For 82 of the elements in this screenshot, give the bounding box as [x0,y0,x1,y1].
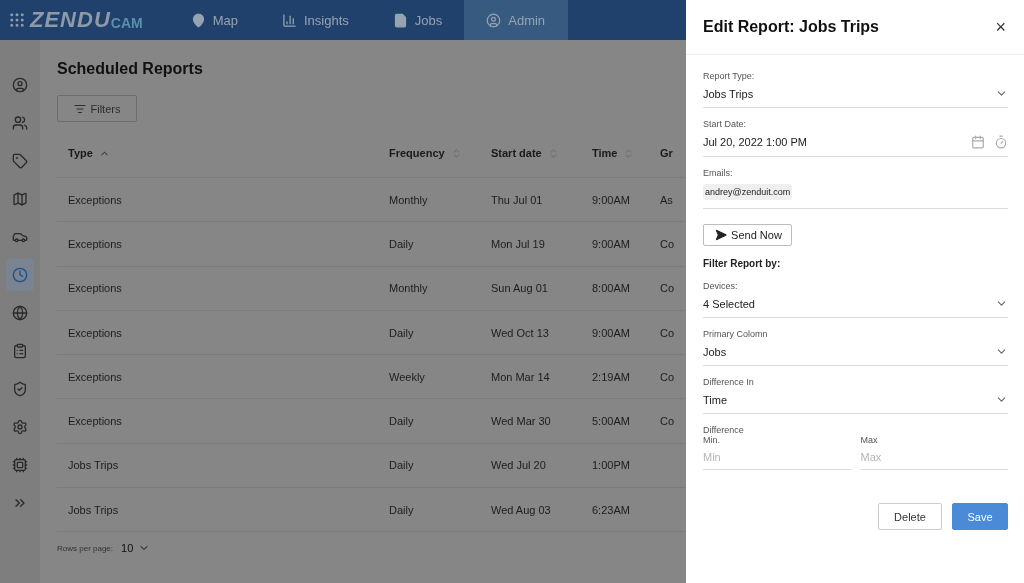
calendar-icon[interactable] [971,135,985,149]
table-cell-text: Mon Mar 14 [491,370,551,383]
table-cell-text: 5:00AM [592,415,631,428]
logo-text: ZENDU [30,7,111,33]
delete-button[interactable]: Delete [878,503,942,530]
date-field[interactable]: Jul 20, 2022 1:00 PM [703,136,807,148]
field-label: Report Type: [703,71,756,81]
select-field[interactable]: Jobs Trips [703,87,1008,107]
send-now-button[interactable]: Send Now [703,224,792,246]
table-cell-text: Exceptions [67,237,123,250]
field-label: Start Date: [703,119,748,129]
table-cell-text: Weekly [389,370,426,383]
table-cell-text: Daily [389,326,415,339]
user-icon [486,12,502,28]
field-label: Devices: [703,281,739,291]
table-cell-text: Daily [389,503,415,516]
nav-tab[interactable]: Insights [259,0,371,40]
column-header[interactable]: Start date [491,147,592,159]
table-cell-text: Wed Mar 30 [491,415,552,428]
table-cell-text: Co [660,282,676,295]
select-field[interactable]: Jobs [703,345,1008,365]
field-label: Max [860,435,879,445]
rows-per-page-label: Rows per page: [57,543,114,553]
page-title: Scheduled Reports [57,60,204,78]
column-header[interactable]: Type [57,147,389,159]
column-header: Gr [660,147,674,159]
field-label: Emails: [703,168,734,178]
table-cell-text: As [660,193,674,206]
table-cell-text: Monthly [389,282,429,295]
apps-grid-icon[interactable] [8,11,26,29]
table-cell-text: Mon Jul 19 [491,237,546,250]
table-cell-text: 8:00AM [592,282,631,295]
rows-per-page-select[interactable]: 10 [121,542,151,555]
close-button[interactable]: × [993,16,1008,38]
filters-button[interactable]: Filters [57,95,137,122]
timer-icon[interactable] [994,135,1008,149]
table-cell-text: 6:23AM [592,503,631,516]
table-cell-text: Wed Oct 13 [491,326,550,339]
table-cell-text: Jobs Trips [67,503,120,516]
nav-tab[interactable]: Map [168,0,260,40]
table-cell-text: Wed Aug 03 [491,503,552,516]
bar-chart-icon [281,12,297,28]
column-header[interactable]: Time [592,147,660,159]
table-cell-text: Daily [389,459,415,472]
table-cell-text: Wed Jul 20 [491,459,547,472]
field-label: Difference [703,425,745,435]
table-cell-text: Daily [389,237,415,250]
field-label: Difference In [703,377,755,387]
table-cell-text: 9:00AM [592,193,631,206]
filter-icon [73,102,86,115]
table-cell-text: Exceptions [67,282,123,295]
select-field[interactable]: 4 Selected [703,297,1008,317]
table-cell-text: Exceptions [67,193,123,206]
table-cell-text: Co [660,237,676,250]
table-cell-text: Exceptions [67,370,123,383]
column-header[interactable]: Frequency [389,147,491,159]
field-label: Min. [703,435,721,445]
table-cell-text: 1:00PM [592,459,631,472]
table-cell-text: Jobs Trips [67,459,120,472]
table-cell-text: 2:19AM [592,370,631,383]
nav-tab[interactable]: Jobs [370,0,465,40]
table-cell-text: Exceptions [67,326,123,339]
map-pin-icon [190,12,206,28]
email-chip[interactable]: andrey@zenduit.com [703,184,793,200]
save-button[interactable]: Save [952,503,1008,530]
document-icon [392,12,408,28]
select-field[interactable]: Time [703,393,1008,413]
table-cell-text: 9:00AM [592,237,631,250]
drawer-title: Edit Report: Jobs Trips [703,18,879,36]
table-cell-text: Daily [389,415,415,428]
field-label: Primary Colomn [703,329,769,339]
table-cell-text: Co [660,415,676,428]
table-cell-text: 9:00AM [592,326,631,339]
logo-subtext: CAM [110,15,143,31]
section-heading: Filter Report by: [703,258,782,269]
table-cell-text: Exceptions [67,415,123,428]
table-cell-text: Co [660,370,676,383]
table-cell-text: Sun Aug 01 [491,282,549,295]
table-cell-text: Co [660,326,676,339]
table-cell-text: Thu Jul 01 [491,193,544,206]
nav-tab[interactable]: Admin [464,0,569,40]
table-cell-text: Monthly [389,193,429,206]
